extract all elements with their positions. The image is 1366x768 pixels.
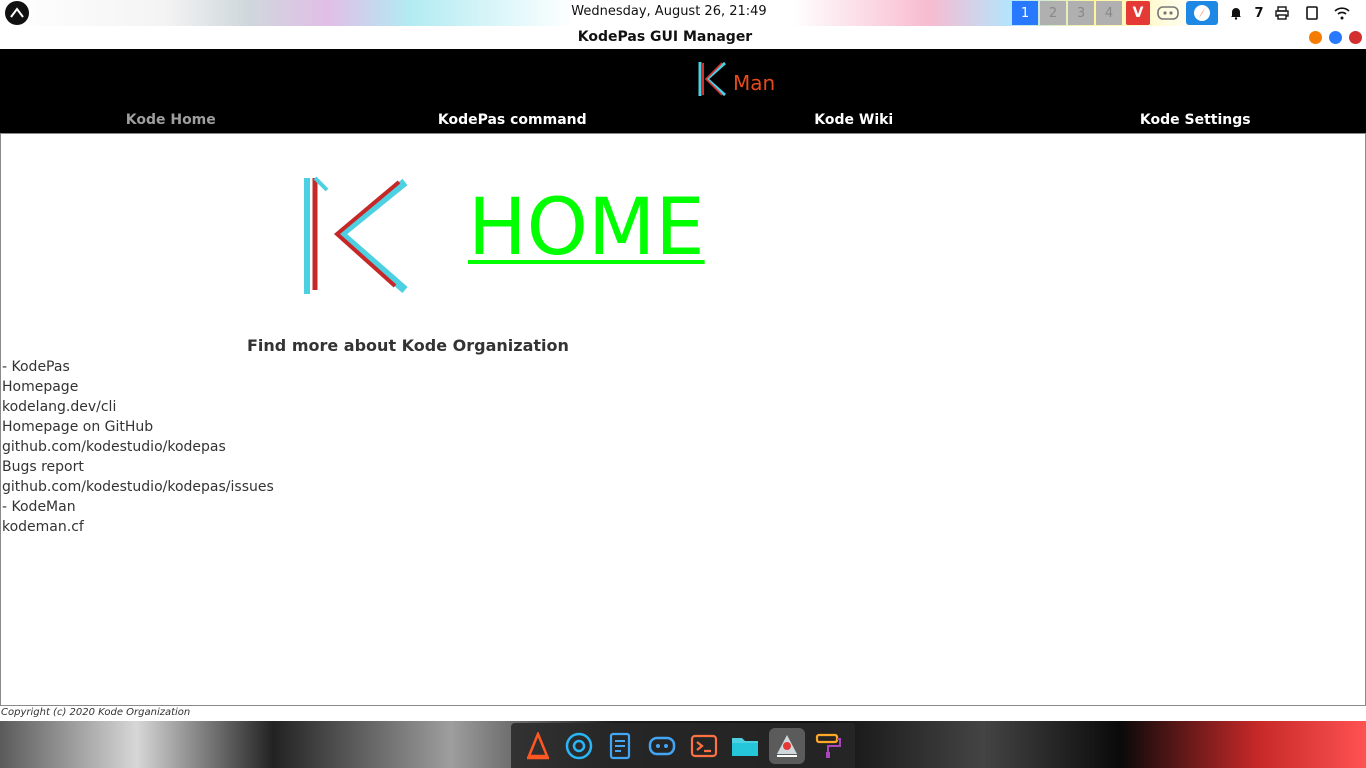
workspace-switcher: 1 2 3 4 — [1012, 1, 1122, 25]
music-icon[interactable]: ♫ — [1360, 1, 1366, 25]
label-homepage: Homepage — [2, 379, 79, 395]
workspace-1-button[interactable]: 1 — [1012, 1, 1038, 25]
discord-icon[interactable] — [1156, 1, 1180, 25]
terminal-icon[interactable] — [686, 728, 722, 764]
link-github-kodepas-issues[interactable]: github.com/kodestudio/kodepas/issues — [2, 477, 274, 497]
text-editor-icon[interactable] — [603, 728, 639, 764]
dock — [511, 723, 855, 768]
section-label-kodepas: - KodePas — [2, 359, 70, 375]
wifi-icon[interactable] — [1330, 1, 1354, 25]
nav-kodepas-command[interactable]: KodePas command — [342, 110, 684, 132]
chrome-icon[interactable] — [561, 728, 597, 764]
discord-icon[interactable] — [644, 728, 680, 764]
notification-bell-icon[interactable] — [1224, 1, 1248, 25]
section-label-kodeman: - KodeMan — [2, 499, 76, 515]
nav-kode-home[interactable]: Kode Home — [0, 110, 342, 132]
close-button[interactable] — [1349, 31, 1362, 44]
label-homepage-github: Homepage on GitHub — [2, 419, 154, 435]
os-logo-icon[interactable] — [5, 1, 29, 25]
link-kodeman-cf[interactable]: kodeman.cf — [2, 517, 274, 537]
home-title-link[interactable]: HOME — [468, 182, 705, 274]
system-top-panel: Wednesday, August 26, 21:49 1 2 3 4 V 7 … — [0, 0, 1366, 26]
copyright-text: Copyright (c) 2020 Kode Organization — [1, 707, 191, 718]
main-nav: Kode Home KodePas command Kode Wiki Kode… — [0, 110, 1366, 132]
label-bugs-report: Bugs report — [2, 459, 84, 475]
vlc-icon[interactable] — [520, 728, 556, 764]
workspace-2-button[interactable]: 2 — [1040, 1, 1066, 25]
link-kodelang-cli[interactable]: kodelang.dev/cli — [2, 397, 274, 417]
home-content-panel: HOME Find more about Kode Organization -… — [0, 133, 1366, 706]
tablet-icon[interactable] — [1300, 1, 1324, 25]
notification-count: 7 — [1254, 5, 1264, 21]
paint-roller-icon[interactable] — [810, 728, 846, 764]
window-titlebar[interactable]: KodePas GUI Manager — [0, 26, 1366, 49]
vivaldi-icon[interactable]: V — [1126, 1, 1150, 25]
browser-icon[interactable] — [1186, 1, 1218, 25]
nav-kode-wiki[interactable]: Kode Wiki — [683, 110, 1025, 132]
workspace-3-button[interactable]: 3 — [1068, 1, 1094, 25]
printer-icon[interactable] — [1270, 1, 1294, 25]
nav-kode-settings[interactable]: Kode Settings — [1025, 110, 1366, 132]
workspace-4-button[interactable]: 4 — [1096, 1, 1122, 25]
system-tray: V 7 ♫ — [1126, 1, 1366, 25]
window-title: KodePas GUI Manager — [577, 29, 753, 45]
link-list: - KodePas Homepage kodelang.dev/cli Home… — [2, 357, 274, 537]
kodeman-app-icon[interactable] — [768, 727, 805, 764]
app-header: Man Kode Home KodePas command Kode Wiki … — [0, 49, 1366, 133]
link-github-kodepas[interactable]: github.com/kodestudio/kodepas — [2, 437, 274, 457]
app-footer: Copyright (c) 2020 Kode Organization — [0, 706, 1366, 721]
files-icon[interactable] — [727, 728, 763, 764]
header-logo-text: Man — [733, 71, 776, 95]
kode-hero-logo-icon — [304, 176, 408, 294]
minimize-button[interactable] — [1309, 31, 1322, 44]
maximize-button[interactable] — [1329, 31, 1342, 44]
clock[interactable]: Wednesday, August 26, 21:49 — [560, 4, 778, 19]
links-heading: Find more about Kode Organization — [247, 336, 569, 355]
